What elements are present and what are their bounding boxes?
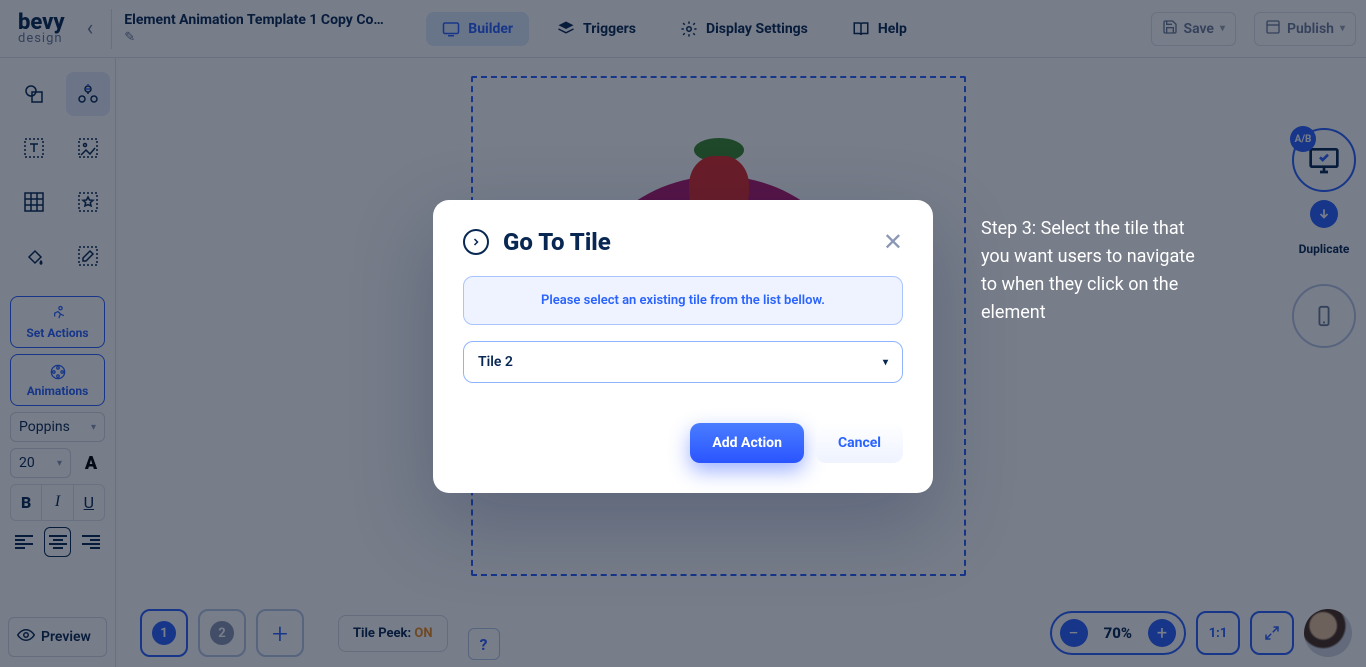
modal-header: Go To Tile ✕ [463, 228, 903, 256]
tile-select-dropdown[interactable]: Tile 2 ▾ [463, 341, 903, 383]
go-to-tile-modal: Go To Tile ✕ Please select an existing t… [433, 200, 933, 493]
modal-overlay: Go To Tile ✕ Please select an existing t… [0, 0, 1366, 667]
chevron-down-icon: ▾ [883, 357, 888, 368]
close-icon[interactable]: ✕ [883, 228, 903, 256]
chevron-right-circle-icon [463, 229, 489, 255]
modal-actions: Add Action Cancel [463, 423, 903, 463]
modal-title: Go To Tile [503, 228, 611, 256]
modal-info: Please select an existing tile from the … [463, 276, 903, 325]
onboarding-help-text: Step 3: Select the tile that you want us… [981, 215, 1211, 327]
tile-select-value: Tile 2 [478, 354, 513, 370]
add-action-button[interactable]: Add Action [690, 423, 804, 463]
cancel-button[interactable]: Cancel [816, 423, 903, 463]
